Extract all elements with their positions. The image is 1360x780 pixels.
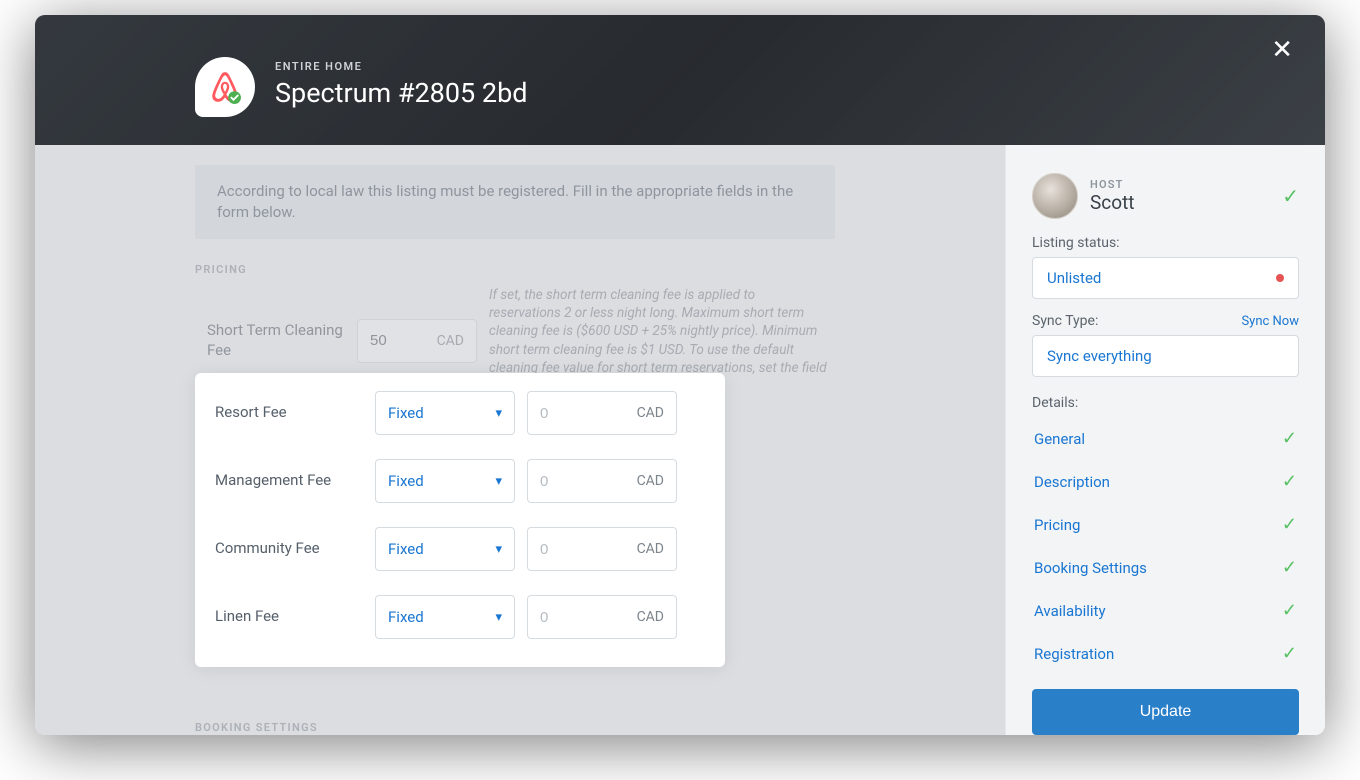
fee-amount-wrap: CAD [527, 595, 677, 639]
host-check-icon: ✓ [1282, 184, 1299, 208]
fee-amount-input[interactable] [540, 609, 600, 626]
listing-status-label: Listing status: [1032, 235, 1299, 251]
fee-row: Management Fee Fixed ▾ CAD [215, 459, 705, 503]
chevron-down-icon: ▾ [495, 610, 502, 625]
chevron-down-icon: ▾ [495, 474, 502, 489]
short-term-cleaning-input[interactable] [370, 332, 430, 349]
check-icon: ✓ [1282, 428, 1297, 449]
fee-label: Resort Fee [215, 403, 363, 423]
host-avatar [1032, 173, 1078, 219]
airbnb-icon [208, 70, 242, 104]
registration-notice: According to local law this listing must… [195, 165, 835, 239]
details-link[interactable]: Availability [1034, 602, 1106, 620]
details-item: Availability ✓ [1032, 589, 1299, 632]
fee-type-value: Fixed [388, 472, 424, 490]
fee-row: Community Fee Fixed ▾ CAD [215, 527, 705, 571]
check-icon: ✓ [1282, 643, 1297, 664]
check-icon: ✓ [1282, 514, 1297, 535]
fee-type-select[interactable]: Fixed ▾ [375, 459, 515, 503]
chevron-down-icon: ▾ [495, 406, 502, 421]
chevron-down-icon: ▾ [495, 542, 502, 557]
listing-status-select[interactable]: Unlisted [1032, 257, 1299, 299]
section-pricing: PRICING [195, 263, 965, 276]
sidebar: HOST Scott ✓ Listing status: Unlisted Sy… [1005, 145, 1325, 735]
hero-banner: ENTIRE HOME Spectrum #2805 2bd ✕ [35, 15, 1325, 145]
fee-type-select[interactable]: Fixed ▾ [375, 527, 515, 571]
host-block: HOST Scott ✓ [1032, 173, 1299, 219]
fee-amount-input[interactable] [540, 473, 600, 490]
sync-type-label: Sync Type: [1032, 313, 1098, 329]
listing-modal: ENTIRE HOME Spectrum #2805 2bd ✕ Accordi… [35, 15, 1325, 735]
fee-highlight-panel: Resort FeeFixed▾CADManagement FeeFixed▾C… [195, 373, 725, 667]
fee-label: Community Fee [215, 539, 363, 559]
currency-label: CAD [637, 541, 664, 557]
listing-status-value: Unlisted [1047, 269, 1101, 287]
currency-label: CAD [637, 405, 664, 421]
fee-row: Linen Fee Fixed ▾ CAD [215, 595, 705, 639]
fee-label: Linen Fee [215, 607, 363, 627]
currency-label: CAD [437, 333, 464, 349]
listing-type-eyebrow: ENTIRE HOME [275, 60, 1325, 73]
check-icon: ✓ [1282, 557, 1297, 578]
details-link[interactable]: General [1034, 430, 1085, 448]
fee-amount-input[interactable] [540, 541, 600, 558]
details-link[interactable]: Pricing [1034, 516, 1080, 534]
section-booking: BOOKING SETTINGS [195, 721, 965, 734]
host-eyebrow: HOST [1090, 178, 1135, 191]
main-pane: According to local law this listing must… [35, 145, 1005, 735]
fee-amount-input[interactable] [540, 405, 600, 422]
fee-type-value: Fixed [388, 608, 424, 626]
details-label: Details: [1032, 395, 1299, 411]
fee-amount-wrap: CAD [527, 459, 677, 503]
fee-amount-wrap: CAD [527, 527, 677, 571]
short-term-cleaning-label: Short Term Cleaning Fee [195, 321, 345, 360]
fee-amount-wrap: CAD [527, 391, 677, 435]
host-name: Scott [1090, 191, 1135, 214]
details-list: General✓Description✓Pricing✓Booking Sett… [1032, 417, 1299, 675]
details-item: Pricing ✓ [1032, 503, 1299, 546]
sync-type-select[interactable]: Sync everything [1032, 335, 1299, 377]
details-item: Description ✓ [1032, 460, 1299, 503]
fee-type-value: Fixed [388, 404, 424, 422]
fee-row: Resort Fee Fixed ▾ CAD [215, 391, 705, 435]
details-item: Booking Settings ✓ [1032, 546, 1299, 589]
fee-type-select[interactable]: Fixed ▾ [375, 391, 515, 435]
airbnb-logo [195, 57, 255, 117]
details-item: General ✓ [1032, 417, 1299, 460]
currency-label: CAD [637, 473, 664, 489]
close-button[interactable]: ✕ [1271, 37, 1293, 63]
sync-now-link[interactable]: Sync Now [1241, 314, 1299, 329]
sync-type-value: Sync everything [1047, 347, 1152, 365]
currency-label: CAD [637, 609, 664, 625]
fee-label: Management Fee [215, 471, 363, 491]
details-link[interactable]: Registration [1034, 645, 1114, 663]
short-term-cleaning-input-wrap: CAD [357, 319, 477, 363]
update-button[interactable]: Update [1032, 689, 1299, 735]
details-link[interactable]: Description [1034, 473, 1110, 491]
fee-type-select[interactable]: Fixed ▾ [375, 595, 515, 639]
listing-title: Spectrum #2805 2bd [275, 77, 1325, 109]
details-item: Registration ✓ [1032, 632, 1299, 675]
check-icon: ✓ [1282, 471, 1297, 492]
details-link[interactable]: Booking Settings [1034, 559, 1147, 577]
check-icon: ✓ [1282, 600, 1297, 621]
fee-type-value: Fixed [388, 540, 424, 558]
